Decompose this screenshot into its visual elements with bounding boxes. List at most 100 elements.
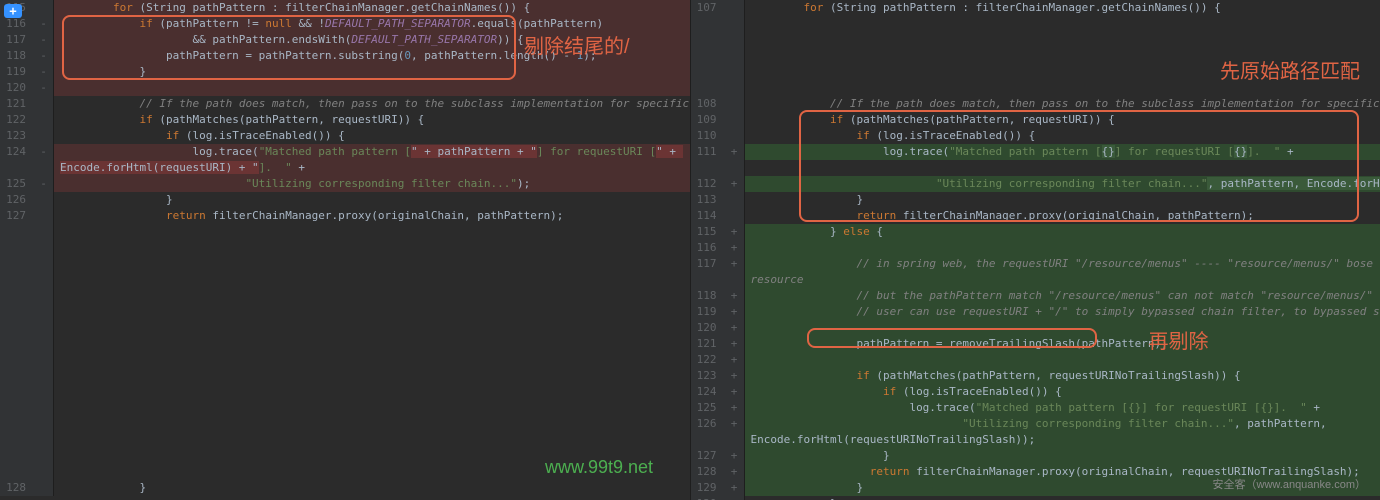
code-line[interactable]: 118- pathPattern = pathPattern.substring… <box>0 48 690 64</box>
line-number <box>0 448 34 464</box>
diff-gutter <box>725 96 745 112</box>
code-line[interactable]: resource <box>691 272 1380 288</box>
code-content: // If the path does match, then pass on … <box>54 96 691 112</box>
code-line[interactable]: 112+ "Utilizing corresponding filter cha… <box>691 176 1380 192</box>
code-content <box>745 32 1380 48</box>
code-line[interactable] <box>691 48 1380 64</box>
code-line[interactable] <box>0 336 690 352</box>
code-line[interactable]: 127+ } <box>691 448 1380 464</box>
code-line[interactable] <box>0 464 690 480</box>
expand-icon[interactable]: + <box>4 4 22 18</box>
code-line[interactable]: 121 // If the path does match, then pass… <box>0 96 690 112</box>
code-content: // in spring web, the requestURI "/resou… <box>745 256 1380 272</box>
code-content: "Utilizing corresponding filter chain...… <box>54 176 690 192</box>
code-content <box>54 240 690 256</box>
code-line[interactable]: 119- } <box>0 64 690 80</box>
code-line[interactable]: 116+ <box>691 240 1380 256</box>
line-number <box>0 368 34 384</box>
code-line[interactable] <box>0 448 690 464</box>
diff-right-pane[interactable]: 107 for (String pathPattern : filterChai… <box>691 0 1380 500</box>
code-line[interactable]: 127 return filterChainManager.proxy(orig… <box>0 208 690 224</box>
code-content <box>54 272 690 288</box>
line-number: 121 <box>0 96 34 112</box>
diff-gutter: - <box>34 32 54 48</box>
code-line[interactable]: 107 for (String pathPattern : filterChai… <box>691 0 1380 16</box>
code-line[interactable] <box>691 80 1380 96</box>
code-content <box>745 80 1380 96</box>
code-line[interactable]: 111+ log.trace("Matched path pattern [{}… <box>691 144 1380 160</box>
code-line[interactable]: 115 for (String pathPattern : filterChai… <box>0 0 690 16</box>
diff-gutter <box>34 224 54 240</box>
code-line[interactable]: Encode.forHtml(requestURI) + "]. " + <box>0 160 690 176</box>
code-line[interactable] <box>0 304 690 320</box>
line-number: 113 <box>691 192 725 208</box>
diff-gutter <box>725 208 745 224</box>
code-line[interactable]: 117- && pathPattern.endsWith(DEFAULT_PAT… <box>0 32 690 48</box>
code-line[interactable]: 116- if (pathPattern != null && !DEFAULT… <box>0 16 690 32</box>
diff-gutter: + <box>725 240 745 256</box>
line-number: 127 <box>691 448 725 464</box>
code-content <box>54 336 690 352</box>
code-line[interactable]: 124- log.trace("Matched path pattern [" … <box>0 144 690 160</box>
code-content <box>54 400 690 416</box>
code-line[interactable]: 126+ "Utilizing corresponding filter cha… <box>691 416 1380 432</box>
diff-left-pane[interactable]: + 115 for (String pathPattern : filterCh… <box>0 0 691 500</box>
code-line[interactable] <box>0 256 690 272</box>
code-line[interactable]: 128 } <box>0 480 690 496</box>
code-line[interactable] <box>0 368 690 384</box>
code-line[interactable]: 125- "Utilizing corresponding filter cha… <box>0 176 690 192</box>
code-line[interactable]: 113 } <box>691 192 1380 208</box>
line-number: 119 <box>691 304 725 320</box>
line-number: 108 <box>691 96 725 112</box>
code-line[interactable]: 123 if (log.isTraceEnabled()) { <box>0 128 690 144</box>
code-line[interactable] <box>0 384 690 400</box>
code-line[interactable]: 120+ <box>691 320 1380 336</box>
code-line[interactable]: 124+ if (log.isTraceEnabled()) { <box>691 384 1380 400</box>
code-line[interactable]: 126 } <box>0 192 690 208</box>
line-number: 107 <box>691 0 725 16</box>
code-line[interactable]: 109 if (pathMatches(pathPattern, request… <box>691 112 1380 128</box>
code-line[interactable] <box>0 288 690 304</box>
code-line[interactable]: Encode.forHtml(requestURINoTrailingSlash… <box>691 432 1380 448</box>
code-content: "Utilizing corresponding filter chain...… <box>745 176 1380 192</box>
code-line[interactable]: 114 return filterChainManager.proxy(orig… <box>691 208 1380 224</box>
code-content: } <box>54 192 690 208</box>
code-line[interactable]: 130 } <box>691 496 1380 500</box>
code-line[interactable] <box>0 272 690 288</box>
code-line[interactable] <box>0 224 690 240</box>
diff-gutter <box>34 112 54 128</box>
diff-gutter <box>725 32 745 48</box>
diff-gutter <box>725 112 745 128</box>
code-line[interactable]: 123+ if (pathMatches(pathPattern, reques… <box>691 368 1380 384</box>
code-content: log.trace("Matched path pattern [" + pat… <box>54 144 690 160</box>
code-line[interactable]: 122+ <box>691 352 1380 368</box>
code-line[interactable]: 122 if (pathMatches(pathPattern, request… <box>0 112 690 128</box>
code-line[interactable]: 121+ pathPattern = removeTrailingSlash(p… <box>691 336 1380 352</box>
code-line[interactable]: 110 if (log.isTraceEnabled()) { <box>691 128 1380 144</box>
code-line[interactable]: 118+ // but the pathPattern match "/reso… <box>691 288 1380 304</box>
code-line[interactable] <box>0 352 690 368</box>
code-line[interactable]: 108 // If the path does match, then pass… <box>691 96 1380 112</box>
code-line[interactable] <box>691 16 1380 32</box>
code-line[interactable] <box>691 32 1380 48</box>
diff-gutter <box>34 272 54 288</box>
code-line[interactable] <box>0 240 690 256</box>
code-line[interactable] <box>0 432 690 448</box>
code-line[interactable] <box>0 400 690 416</box>
code-content <box>54 320 690 336</box>
diff-gutter <box>34 416 54 432</box>
code-line[interactable] <box>0 320 690 336</box>
code-line[interactable] <box>691 64 1380 80</box>
code-line[interactable] <box>691 160 1380 176</box>
code-line[interactable]: 125+ log.trace("Matched path pattern [{}… <box>691 400 1380 416</box>
line-number: 114 <box>691 208 725 224</box>
code-line[interactable] <box>0 416 690 432</box>
code-line[interactable]: 120- <box>0 80 690 96</box>
line-number <box>0 160 34 176</box>
code-line[interactable]: 117+ // in spring web, the requestURI "/… <box>691 256 1380 272</box>
code-line[interactable]: 129+ } <box>691 480 1380 496</box>
code-line[interactable]: 128+ return filterChainManager.proxy(ori… <box>691 464 1380 480</box>
code-content <box>54 256 690 272</box>
code-line[interactable]: 115+ } else { <box>691 224 1380 240</box>
code-line[interactable]: 119+ // user can use requestURI + "/" to… <box>691 304 1380 320</box>
